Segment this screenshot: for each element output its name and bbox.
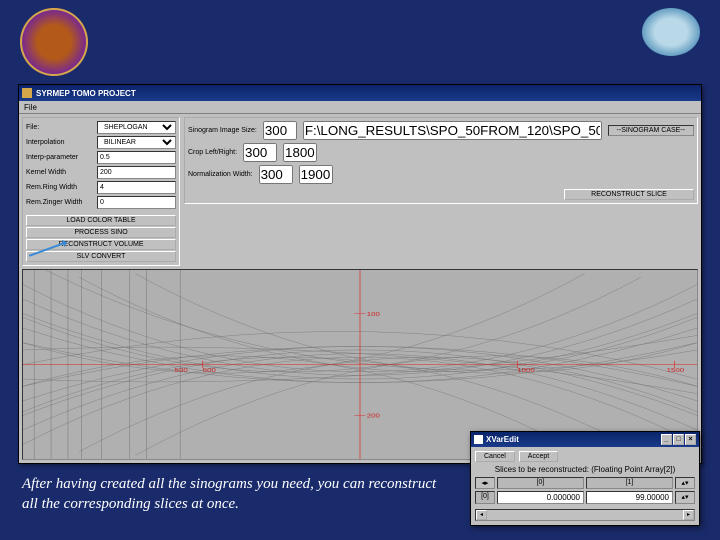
slv-convert-button[interactable]: SLV CONVERT xyxy=(26,251,176,262)
remzinger-width-input[interactable] xyxy=(97,196,176,209)
axis-x1-label: 500 xyxy=(203,368,216,373)
label-remzinger: Rem.Zinger Width xyxy=(26,199,94,206)
axis-y2-label: 200 xyxy=(367,414,380,419)
cancel-button[interactable]: Cancel xyxy=(475,451,515,462)
axis-y1-label: 100 xyxy=(367,312,380,317)
process-sino-button[interactable]: PROCESS SINO xyxy=(26,227,176,238)
center-panel: Sinogram Image Size: --SINOGRAM CASE-- C… xyxy=(184,117,698,204)
title-bar[interactable]: SYRMEP TOMO PROJECT xyxy=(19,85,701,101)
xvar-hscrollbar[interactable]: ◂ ▸ xyxy=(475,509,695,521)
xvar-grid: ◂▸ [0] [1] ▴▾ [0] 0.000000 99.00000 ▴▾ xyxy=(475,477,695,504)
remring-width-input[interactable] xyxy=(97,181,176,194)
row-spinner[interactable]: ▴▾ xyxy=(675,491,695,504)
case-label: --SINOGRAM CASE-- xyxy=(608,125,694,136)
accept-button[interactable]: Accept xyxy=(519,451,558,462)
xvaredit-window: XVarEdit _ □ × Cancel Accept Slices to b… xyxy=(470,431,700,526)
content-area: File: SHEPLOGAN Interpolation BILINEAR I… xyxy=(19,114,701,463)
interp-param-input[interactable] xyxy=(97,151,176,164)
menu-bar: File xyxy=(19,101,701,114)
interp-select[interactable]: BILINEAR xyxy=(97,136,176,149)
label-interp-param: Interp-parameter xyxy=(26,154,94,161)
scroll-left-icon[interactable]: ◂ xyxy=(476,510,487,520)
cell-0-0[interactable]: 0.000000 xyxy=(497,491,584,504)
path-input[interactable] xyxy=(303,121,602,140)
file-select[interactable]: SHEPLOGAN xyxy=(97,121,176,134)
label-remring: Rem.Ring Width xyxy=(26,184,94,191)
file-panel: File: SHEPLOGAN Interpolation BILINEAR I… xyxy=(22,117,180,266)
crop-left-input[interactable] xyxy=(243,143,277,162)
cell-0-1[interactable]: 99.00000 xyxy=(586,491,673,504)
app-icon xyxy=(22,88,32,98)
xvar-title-text: XVarEdit xyxy=(486,435,519,444)
norm-left-input[interactable] xyxy=(259,165,293,184)
xvar-title-bar[interactable]: XVarEdit _ □ × xyxy=(471,432,699,447)
scroll-right-icon[interactable]: ▸ xyxy=(683,510,694,520)
window-title: SYRMEP TOMO PROJECT xyxy=(36,89,136,98)
norm-right-input[interactable] xyxy=(299,165,333,184)
label-sino-size: Sinogram Image Size: xyxy=(188,127,257,134)
slide-caption: After having created all the sinograms y… xyxy=(22,475,442,514)
close-icon[interactable]: × xyxy=(685,434,696,445)
xvar-app-icon xyxy=(474,435,483,444)
label-interp: Interpolation xyxy=(26,139,94,146)
maximize-icon[interactable]: □ xyxy=(673,434,684,445)
syrmep-tomo-window: SYRMEP TOMO PROJECT File File: SHEPLOGAN… xyxy=(18,84,702,464)
axis-x3-label: 1500 xyxy=(667,368,685,373)
load-color-table-button[interactable]: LOAD COLOR TABLE xyxy=(26,215,176,226)
col-spinner-right[interactable]: ▴▾ xyxy=(675,477,695,489)
reconstruct-slice-button[interactable]: RECONSTRUCT SLICE xyxy=(564,189,694,200)
axis-mid-label: 590 xyxy=(175,368,188,373)
label-file: File: xyxy=(26,124,94,131)
label-kernel: Kernel Width xyxy=(26,169,94,176)
label-norm: Normalization Width: xyxy=(188,171,253,178)
col-spinner-left[interactable]: ◂▸ xyxy=(475,477,495,489)
university-seal-logo xyxy=(20,8,88,76)
crop-right-input[interactable] xyxy=(283,143,317,162)
kernel-width-input[interactable] xyxy=(97,166,176,179)
row-header-0: [0] xyxy=(475,491,495,504)
label-crop: Crop Left/Right: xyxy=(188,149,237,156)
col-header-1: [1] xyxy=(586,477,673,489)
axis-x2-label: 1000 xyxy=(517,368,535,373)
xvar-caption: Slices to be reconstructed: (Floating Po… xyxy=(475,465,695,474)
col-header-0: [0] xyxy=(497,477,584,489)
minimize-icon[interactable]: _ xyxy=(661,434,672,445)
elettra-logo xyxy=(642,8,700,56)
sino-size-input[interactable] xyxy=(263,121,297,140)
menu-file[interactable]: File xyxy=(24,103,37,112)
